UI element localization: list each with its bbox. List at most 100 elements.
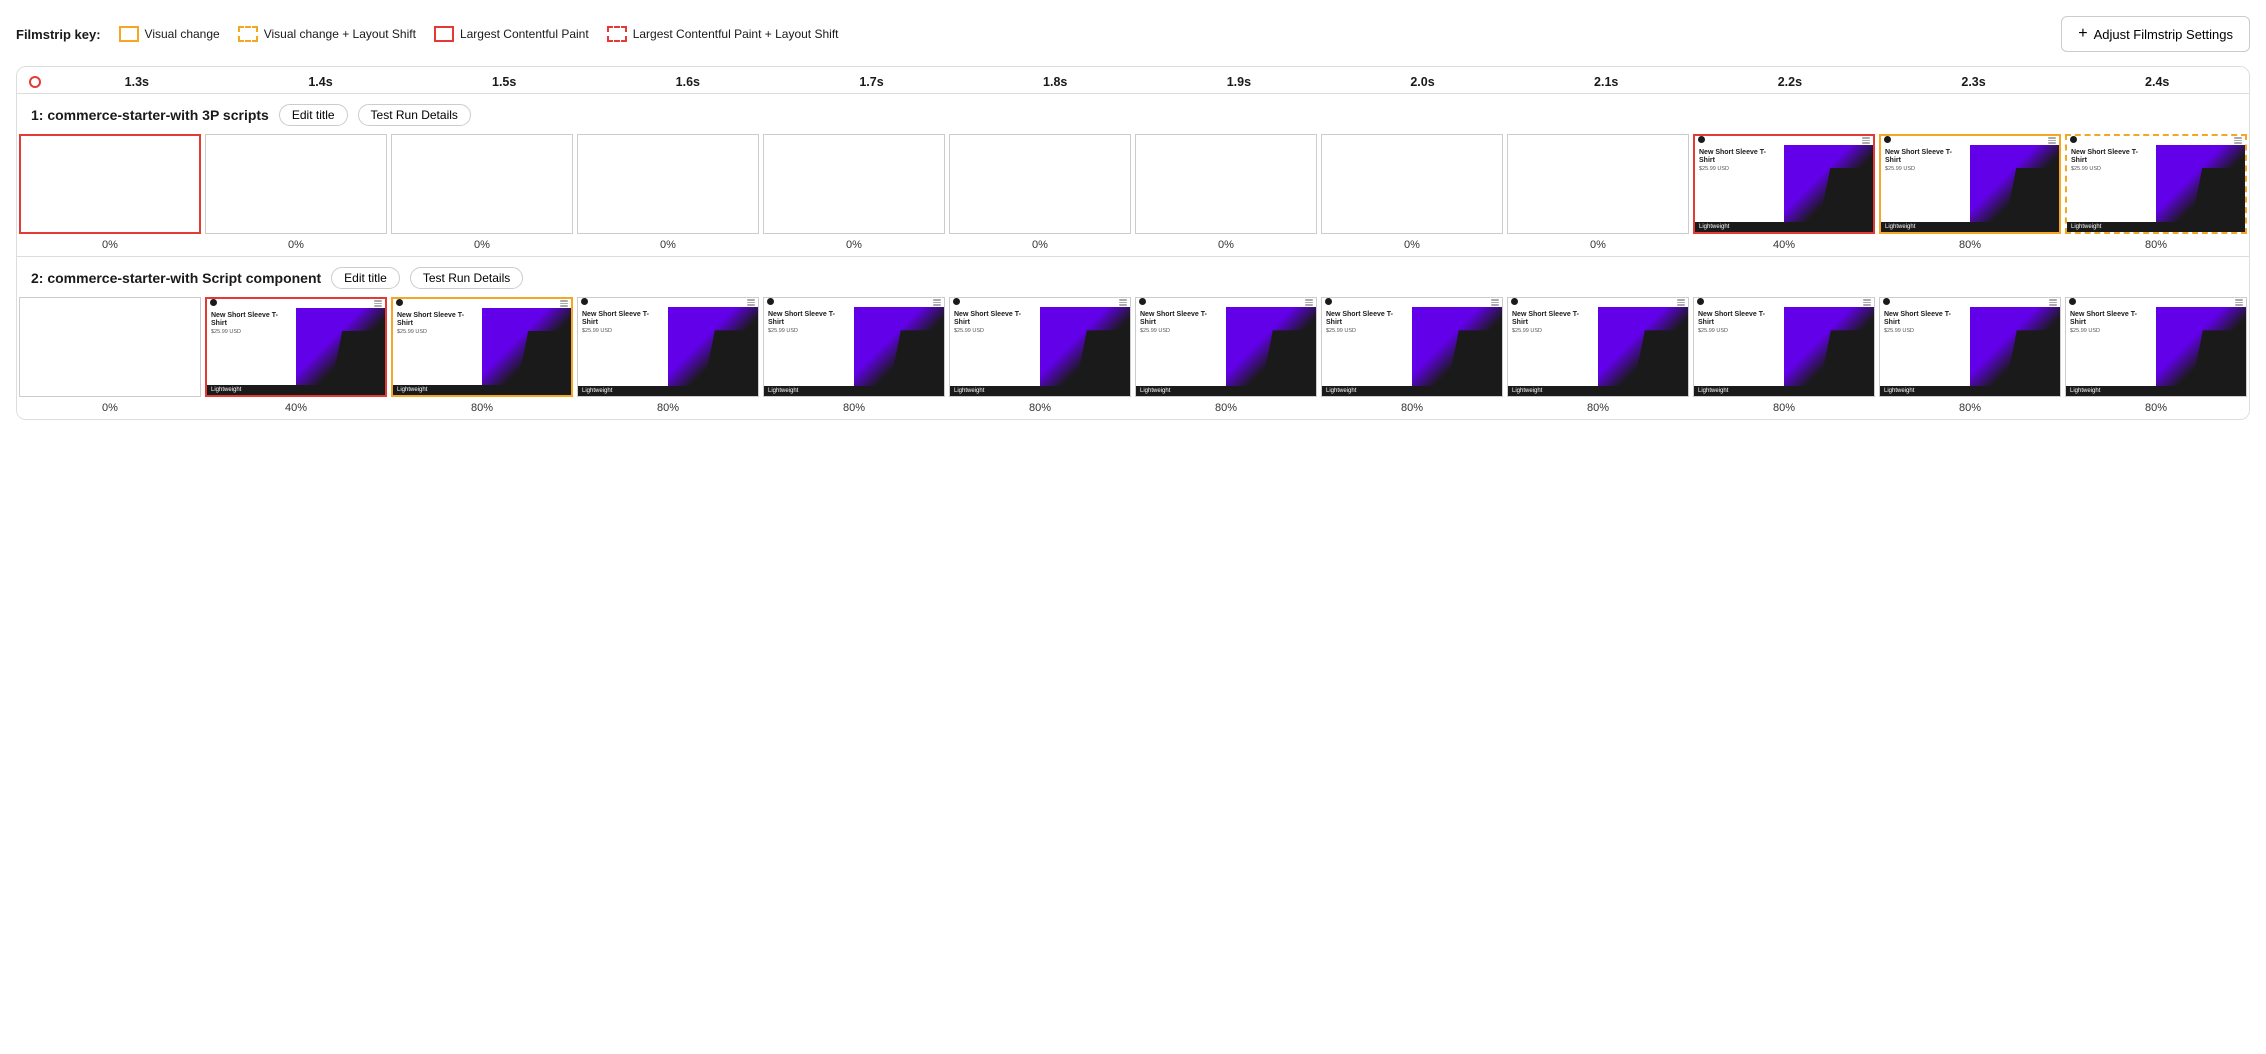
frame-percent: 80%	[471, 399, 493, 419]
frame-thumbnail[interactable]	[205, 134, 387, 234]
frame-cell: 0%	[1133, 132, 1319, 256]
frame-percent: 80%	[657, 399, 679, 419]
frame-cell: 0%	[17, 132, 203, 256]
frame-percent: 80%	[1773, 399, 1795, 419]
frame-percent: 40%	[1773, 236, 1795, 256]
frame-cell: New Short Sleeve T-Shirt$25.99 USDLightw…	[1319, 295, 1505, 419]
frame-percent: 0%	[288, 236, 304, 256]
frame-thumbnail[interactable]	[19, 134, 201, 234]
frame-cell: New Short Sleeve T-Shirt$25.99 USDLightw…	[947, 295, 1133, 419]
frame-cell: New Short Sleeve T-Shirt$25.99 USDLightw…	[1877, 132, 2063, 256]
row1-test-run-button[interactable]: Test Run Details	[358, 104, 471, 126]
key-lcp-layout-label: Largest Contentful Paint + Layout Shift	[633, 27, 839, 41]
key-lcp: Largest Contentful Paint	[434, 26, 589, 42]
key-visual-change-icon	[119, 26, 139, 42]
frame-cell: New Short Sleeve T-Shirt$25.99 USDLightw…	[1877, 295, 2063, 419]
key-visual-change-label: Visual change	[145, 27, 220, 41]
frame-percent: 80%	[2145, 236, 2167, 256]
frame-thumbnail[interactable]	[949, 134, 1131, 234]
row2-test-run-button[interactable]: Test Run Details	[410, 267, 523, 289]
timeline-tick-10: 2.3s	[1882, 75, 2066, 89]
frame-cell: 0%	[203, 132, 389, 256]
frame-percent: 0%	[1404, 236, 1420, 256]
frame-percent: 0%	[102, 236, 118, 256]
timeline-dot	[29, 76, 41, 88]
key-lcp-layout: Largest Contentful Paint + Layout Shift	[607, 26, 839, 42]
timeline-tick-3: 1.6s	[596, 75, 780, 89]
row2-edit-title-button[interactable]: Edit title	[331, 267, 400, 289]
frame-thumbnail[interactable]	[763, 134, 945, 234]
frame-thumbnail[interactable]: New Short Sleeve T-Shirt$25.99 USDLightw…	[1693, 134, 1875, 234]
frame-percent: 80%	[843, 399, 865, 419]
frame-cell: 0%	[1505, 132, 1691, 256]
frame-percent: 80%	[1401, 399, 1423, 419]
row2-header: 2: commerce-starter-with Script componen…	[17, 257, 2249, 295]
timeline-tick-0: 1.3s	[45, 75, 229, 89]
timeline-tick-6: 1.9s	[1147, 75, 1331, 89]
frame-thumbnail[interactable]: New Short Sleeve T-Shirt$25.99 USDLightw…	[1507, 297, 1689, 397]
plus-icon: +	[2078, 25, 2087, 43]
row1-frames: 0% 0% 0% 0% 0% 0% 0% 0% 0% New Short Sleeve T-Shi…	[17, 132, 2249, 256]
frame-percent: 80%	[1215, 399, 1237, 419]
filmstrip-row-2: 2: commerce-starter-with Script componen…	[17, 257, 2249, 419]
key-lcp-icon	[434, 26, 454, 42]
frame-cell: New Short Sleeve T-Shirt$25.99 USDLightw…	[2063, 132, 2249, 256]
timeline-ticks: 1.3s1.4s1.5s1.6s1.7s1.8s1.9s2.0s2.1s2.2s…	[45, 75, 2249, 89]
frame-percent: 80%	[1959, 399, 1981, 419]
row1-title: 1: commerce-starter-with 3P scripts	[31, 107, 269, 123]
frame-thumbnail[interactable]: New Short Sleeve T-Shirt$25.99 USDLightw…	[2065, 134, 2247, 234]
frame-thumbnail[interactable]	[1135, 134, 1317, 234]
frame-percent: 80%	[1587, 399, 1609, 419]
frame-thumbnail[interactable]: New Short Sleeve T-Shirt$25.99 USDLightw…	[1135, 297, 1317, 397]
frame-thumbnail[interactable]	[391, 134, 573, 234]
frame-thumbnail[interactable]: New Short Sleeve T-Shirt$25.99 USDLightw…	[763, 297, 945, 397]
key-lcp-label: Largest Contentful Paint	[460, 27, 589, 41]
frame-thumbnail[interactable]: New Short Sleeve T-Shirt$25.99 USDLightw…	[391, 297, 573, 397]
key-visual-change-layout: Visual change + Layout Shift	[238, 26, 416, 42]
row1-edit-title-button[interactable]: Edit title	[279, 104, 348, 126]
frame-cell: 0%	[17, 295, 203, 419]
frame-thumbnail[interactable]: New Short Sleeve T-Shirt$25.99 USDLightw…	[1321, 297, 1503, 397]
filmstrip-key-label: Filmstrip key:	[16, 27, 101, 42]
frame-cell: 0%	[947, 132, 1133, 256]
frame-thumbnail[interactable]	[1507, 134, 1689, 234]
filmstrip-container: 1.3s1.4s1.5s1.6s1.7s1.8s1.9s2.0s2.1s2.2s…	[16, 66, 2250, 420]
key-visual-change: Visual change	[119, 26, 220, 42]
frame-cell: New Short Sleeve T-Shirt$25.99 USDLightw…	[1133, 295, 1319, 419]
frame-percent: 0%	[846, 236, 862, 256]
timeline-ruler: 1.3s1.4s1.5s1.6s1.7s1.8s1.9s2.0s2.1s2.2s…	[17, 67, 2249, 94]
frame-percent: 0%	[1032, 236, 1048, 256]
frame-percent: 0%	[474, 236, 490, 256]
timeline-tick-8: 2.1s	[1514, 75, 1698, 89]
frame-percent: 0%	[1590, 236, 1606, 256]
frame-thumbnail[interactable]	[1321, 134, 1503, 234]
frame-percent: 0%	[1218, 236, 1234, 256]
frame-thumbnail[interactable]	[577, 134, 759, 234]
timeline-tick-4: 1.7s	[780, 75, 964, 89]
frame-cell: 0%	[389, 132, 575, 256]
frame-thumbnail[interactable]: New Short Sleeve T-Shirt$25.99 USDLightw…	[949, 297, 1131, 397]
frame-thumbnail[interactable]	[19, 297, 201, 397]
frame-cell: New Short Sleeve T-Shirt$25.99 USDLightw…	[203, 295, 389, 419]
frame-percent: 80%	[2145, 399, 2167, 419]
adjust-filmstrip-label: Adjust Filmstrip Settings	[2094, 27, 2233, 42]
timeline-tick-11: 2.4s	[2065, 75, 2249, 89]
frame-percent: 0%	[102, 399, 118, 419]
adjust-filmstrip-button[interactable]: + Adjust Filmstrip Settings	[2061, 16, 2250, 52]
timeline-tick-9: 2.2s	[1698, 75, 1882, 89]
row1-header: 1: commerce-starter-with 3P scripts Edit…	[17, 94, 2249, 132]
timeline-tick-7: 2.0s	[1331, 75, 1515, 89]
frame-thumbnail[interactable]: New Short Sleeve T-Shirt$25.99 USDLightw…	[577, 297, 759, 397]
frame-percent: 0%	[660, 236, 676, 256]
timeline-tick-2: 1.5s	[412, 75, 596, 89]
frame-cell: 0%	[1319, 132, 1505, 256]
frame-cell: New Short Sleeve T-Shirt$25.99 USDLightw…	[2063, 295, 2249, 419]
frame-thumbnail[interactable]: New Short Sleeve T-Shirt$25.99 USDLightw…	[1693, 297, 1875, 397]
frame-cell: 0%	[761, 132, 947, 256]
frame-thumbnail[interactable]: New Short Sleeve T-Shirt$25.99 USDLightw…	[1879, 134, 2061, 234]
row2-frames: 0% New Short Sleeve T-Shirt$25.99 USDLigh…	[17, 295, 2249, 419]
frame-thumbnail[interactable]: New Short Sleeve T-Shirt$25.99 USDLightw…	[2065, 297, 2247, 397]
row2-title: 2: commerce-starter-with Script componen…	[31, 270, 321, 286]
frame-thumbnail[interactable]: New Short Sleeve T-Shirt$25.99 USDLightw…	[205, 297, 387, 397]
frame-thumbnail[interactable]: New Short Sleeve T-Shirt$25.99 USDLightw…	[1879, 297, 2061, 397]
